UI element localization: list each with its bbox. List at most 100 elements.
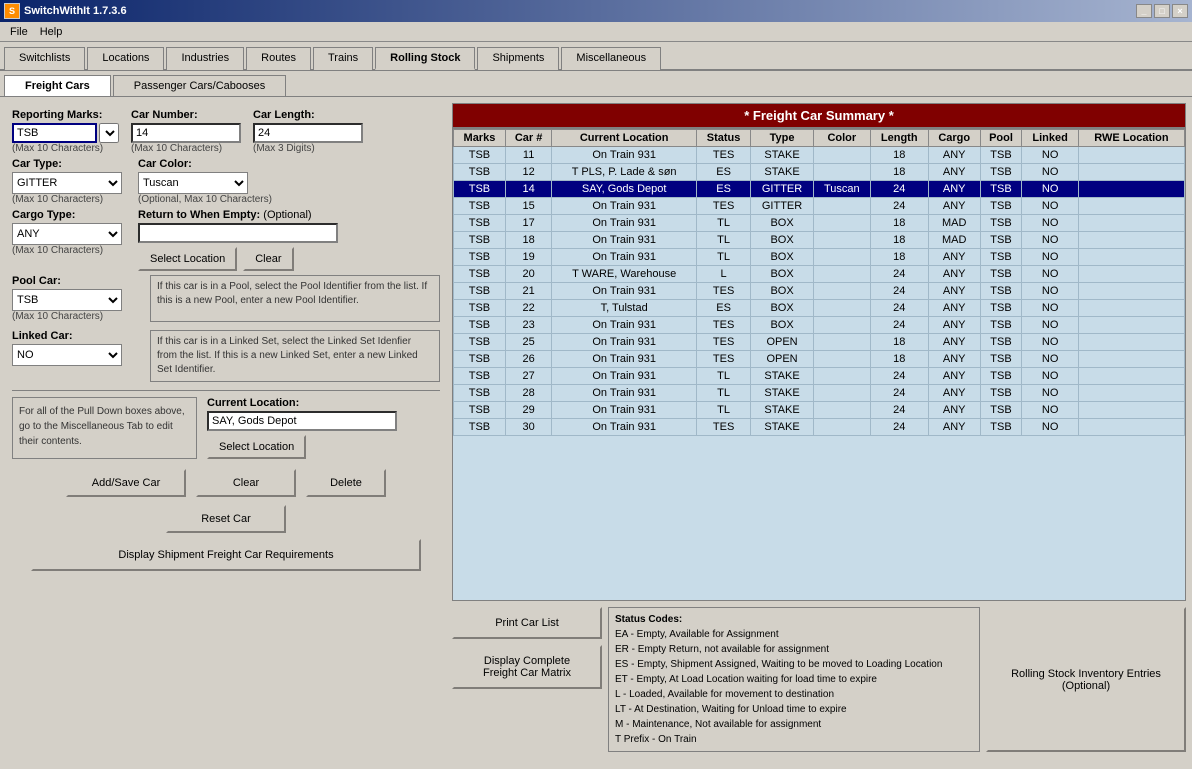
table-cell: 24: [870, 402, 928, 419]
table-cell: [1078, 232, 1184, 249]
table-cell: On Train 931: [552, 334, 697, 351]
table-cell: NO: [1022, 402, 1079, 419]
table-cell: TSB: [980, 385, 1022, 402]
table-cell: TSB: [454, 283, 506, 300]
table-row[interactable]: TSB19On Train 931TLBOX18ANYTSBNO: [454, 249, 1185, 266]
table-cell: 24: [870, 283, 928, 300]
minimize-button[interactable]: _: [1136, 4, 1152, 18]
tab-industries[interactable]: Industries: [166, 47, 244, 70]
status-rolling-row: Status Codes: EA - Empty, Available for …: [608, 607, 1186, 752]
table-cell: 29: [505, 402, 551, 419]
table-cell: [1078, 368, 1184, 385]
reset-car-button[interactable]: Reset Car: [166, 505, 286, 533]
table-cell: NO: [1022, 385, 1079, 402]
table-row[interactable]: TSB14SAY, Gods DepotESGITTERTuscan24ANYT…: [454, 181, 1185, 198]
table-row[interactable]: TSB25On Train 931TESOPEN18ANYTSBNO: [454, 334, 1185, 351]
table-row[interactable]: TSB21On Train 931TESBOX24ANYTSBNO: [454, 283, 1185, 300]
tab-routes[interactable]: Routes: [246, 47, 311, 70]
display-complete-button[interactable]: Display CompleteFreight Car Matrix: [452, 645, 602, 689]
table-row[interactable]: TSB27On Train 931TLSTAKE24ANYTSBNO: [454, 368, 1185, 385]
current-location-input[interactable]: [207, 411, 397, 431]
table-cell: [1078, 300, 1184, 317]
reporting-marks-select[interactable]: [99, 123, 119, 143]
table-cell: SAY, Gods Depot: [552, 181, 697, 198]
linked-car-select[interactable]: NO: [12, 344, 122, 366]
table-cell: NO: [1022, 368, 1079, 385]
table-cell: TSB: [454, 419, 506, 436]
tab-switchlists[interactable]: Switchlists: [4, 47, 85, 70]
table-row[interactable]: TSB28On Train 931TLSTAKE24ANYTSBNO: [454, 385, 1185, 402]
table-row[interactable]: TSB20T WARE, WarehouseLBOX24ANYTSBNO: [454, 266, 1185, 283]
menu-help[interactable]: Help: [34, 24, 69, 40]
tab-shipments[interactable]: Shipments: [477, 47, 559, 70]
table-cell: T, Tulstad: [552, 300, 697, 317]
table-cell: [1078, 334, 1184, 351]
table-row[interactable]: TSB17On Train 931TLBOX18MADTSBNO: [454, 215, 1185, 232]
table-cell: ANY: [928, 300, 980, 317]
clear-button-2[interactable]: Clear: [196, 469, 296, 497]
table-cell: ANY: [928, 283, 980, 300]
table-cell: ANY: [928, 317, 980, 334]
freight-car-table-container[interactable]: Marks Car # Current Location Status Type…: [452, 128, 1186, 601]
delete-button[interactable]: Delete: [306, 469, 386, 497]
table-row[interactable]: TSB29On Train 931TLSTAKE24ANYTSBNO: [454, 402, 1185, 419]
add-save-car-button[interactable]: Add/Save Car: [66, 469, 186, 497]
table-cell: On Train 931: [552, 249, 697, 266]
linked-car-section-row: Linked Car: NO If this car is in a Linke…: [12, 330, 440, 382]
table-row[interactable]: TSB22T, TulstadESBOX24ANYTSBNO: [454, 300, 1185, 317]
table-row[interactable]: TSB30On Train 931TESSTAKE24ANYTSBNO: [454, 419, 1185, 436]
return-to-field: Return to When Empty: (Optional) Select …: [138, 209, 338, 271]
table-cell: [813, 198, 870, 215]
pool-car-tooltip: If this car is in a Pool, select the Poo…: [150, 275, 440, 322]
table-cell: [1078, 215, 1184, 232]
table-cell: [813, 283, 870, 300]
tab-miscellaneous[interactable]: Miscellaneous: [561, 47, 661, 70]
pool-car-select[interactable]: TSB: [12, 289, 122, 311]
car-type-select[interactable]: GITTER: [12, 172, 122, 194]
table-row[interactable]: TSB26On Train 931TESOPEN18ANYTSBNO: [454, 351, 1185, 368]
table-cell: On Train 931: [552, 351, 697, 368]
table-cell: [1078, 266, 1184, 283]
table-row[interactable]: TSB18On Train 931TLBOX18MADTSBNO: [454, 232, 1185, 249]
display-shipment-button[interactable]: Display Shipment Freight Car Requirement…: [31, 539, 421, 571]
maximize-button[interactable]: □: [1154, 4, 1170, 18]
table-cell: 25: [505, 334, 551, 351]
table-body: TSB11On Train 931TESSTAKE18ANYTSBNOTSB12…: [454, 147, 1185, 436]
clear-button-1[interactable]: Clear: [243, 247, 293, 271]
car-number-input[interactable]: [131, 123, 241, 143]
car-length-input[interactable]: [253, 123, 363, 143]
info-location-row: For all of the Pull Down boxes above, go…: [12, 397, 440, 459]
tab-trains[interactable]: Trains: [313, 47, 373, 70]
close-button[interactable]: ×: [1172, 4, 1188, 18]
car-color-select[interactable]: Tuscan: [138, 172, 248, 194]
tab-rolling-stock[interactable]: Rolling Stock: [375, 47, 475, 70]
select-location-button-1[interactable]: Select Location: [138, 247, 237, 271]
cargo-type-select[interactable]: ANY: [12, 223, 122, 245]
rolling-stock-inventory-button[interactable]: Rolling Stock Inventory Entries(Optional…: [986, 607, 1186, 752]
select-location-button-2[interactable]: Select Location: [207, 435, 306, 459]
window-controls[interactable]: _ □ ×: [1136, 4, 1188, 18]
col-current-location: Current Location: [552, 130, 697, 147]
table-cell: ES: [697, 300, 751, 317]
table-cell: TSB: [980, 147, 1022, 164]
menu-file[interactable]: File: [4, 24, 34, 40]
table-cell: TSB: [454, 232, 506, 249]
tab-locations[interactable]: Locations: [87, 47, 164, 70]
reporting-marks-input[interactable]: [12, 123, 97, 143]
table-cell: NO: [1022, 419, 1079, 436]
table-row[interactable]: TSB11On Train 931TESSTAKE18ANYTSBNO: [454, 147, 1185, 164]
sub-tab-freight-cars[interactable]: Freight Cars: [4, 75, 111, 96]
print-car-list-button[interactable]: Print Car List: [452, 607, 602, 639]
table-row[interactable]: TSB15On Train 931TESGITTER24ANYTSBNO: [454, 198, 1185, 215]
table-cell: GITTER: [751, 181, 814, 198]
table-cell: TSB: [454, 317, 506, 334]
table-row[interactable]: TSB23On Train 931TESBOX24ANYTSBNO: [454, 317, 1185, 334]
table-cell: T WARE, Warehouse: [552, 266, 697, 283]
table-row[interactable]: TSB12T PLS, P. Lade & sønESSTAKE18ANYTSB…: [454, 164, 1185, 181]
col-cargo: Cargo: [928, 130, 980, 147]
return-to-input[interactable]: [138, 223, 338, 243]
freight-car-summary-header: * Freight Car Summary *: [452, 103, 1186, 128]
table-cell: BOX: [751, 300, 814, 317]
sub-tab-passenger-cars[interactable]: Passenger Cars/Cabooses: [113, 75, 286, 96]
left-panel: Reporting Marks: (Max 10 Characters) Car…: [6, 103, 446, 752]
